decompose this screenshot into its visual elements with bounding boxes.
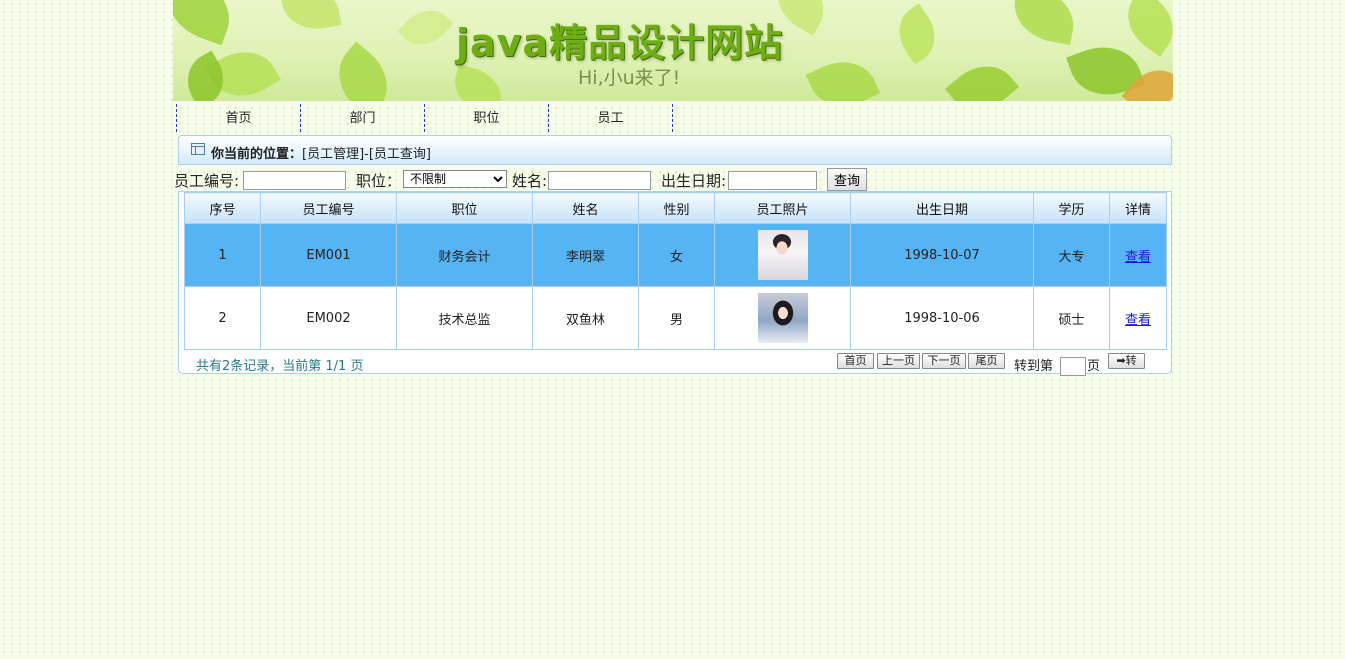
employee-table: 序号 员工编号 职位 姓名 性别 员工照片 出生日期 学历 详情 1 EM001… [184,192,1167,350]
goto-label: 转到第 [1014,359,1054,374]
query-button[interactable]: 查询 [827,168,868,191]
cell-birth: 1998-10-06 [850,286,1034,350]
page-container: java精品设计网站 Hi,小u来了! 首页 部门 职位 员工 你当前的位置：[… [173,0,1173,376]
pagination: 首页 上一页 下一页 尾页 转到第 页 ➡转 [837,353,1157,376]
employee-photo[interactable] [757,293,808,343]
table-row[interactable]: 1 EM001 财务会计 李明翠 女 1998-10-07 大专 查看 [184,223,1167,287]
col-seq: 序号 [184,192,261,224]
first-page-button[interactable]: 首页 [837,353,874,369]
page-unit-label: 页 [1087,359,1101,374]
col-emp-no: 员工编号 [260,192,397,224]
window-icon [191,143,205,155]
cell-emp-no: EM002 [260,286,397,350]
result-panel: 序号 员工编号 职位 姓名 性别 员工照片 出生日期 学历 详情 1 EM001… [178,191,1172,376]
cell-photo [714,223,851,287]
search-form: 员工编号: 职位： 不限制 姓名: 出生日期: 查询 [173,168,1173,192]
breadcrumb-path: [员工管理]-[员工查询] [302,147,431,162]
col-education: 学历 [1033,192,1110,224]
cell-emp-no: EM001 [260,223,397,287]
col-position: 职位 [396,192,533,224]
cell-detail: 查看 [1109,223,1167,287]
col-birth: 出生日期 [850,192,1034,224]
view-detail-link[interactable]: 查看 [1125,313,1151,328]
birth-label: 出生日期: [661,172,727,190]
nav-item-position[interactable]: 职位 [424,104,548,132]
last-page-button[interactable]: 尾页 [968,353,1005,369]
pager-info: 共有2条记录，当前第 1/1 页 [196,359,364,374]
col-detail: 详情 [1109,192,1167,224]
nav-separator [672,104,673,132]
emp-no-input[interactable] [243,171,346,190]
emp-no-label: 员工编号: [174,172,240,190]
cell-birth: 1998-10-07 [850,223,1034,287]
breadcrumb: 你当前的位置：[员工管理]-[员工查询] [211,143,431,162]
col-photo: 员工照片 [714,192,851,224]
breadcrumb-bar: 你当前的位置：[员工管理]-[员工查询] [178,135,1172,165]
position-select[interactable]: 不限制 [403,170,507,188]
cell-gender: 女 [638,223,715,287]
cell-detail: 查看 [1109,286,1167,350]
cell-seq: 2 [184,286,261,350]
main-nav: 首页 部门 职位 员工 [176,104,673,132]
header-banner: java精品设计网站 Hi,小u来了! [173,0,1173,101]
cell-seq: 1 [184,223,261,287]
table-row[interactable]: 2 EM002 技术总监 双鱼林 男 1998-10-06 硕士 查看 [184,286,1167,350]
employee-photo[interactable] [757,230,808,280]
view-detail-link[interactable]: 查看 [1125,250,1151,265]
birth-date-input[interactable] [728,171,817,190]
nav-item-employee[interactable]: 员工 [548,104,672,132]
name-label: 姓名: [512,172,548,190]
site-title: java精品设计网站 [456,21,784,65]
site-subtitle: Hi,小u来了! [578,67,681,89]
breadcrumb-label: 你当前的位置： [211,147,303,162]
nav-item-home[interactable]: 首页 [176,104,300,132]
goto-page-input[interactable] [1060,357,1086,376]
position-label: 职位： [356,172,402,190]
cell-name: 李明翠 [532,223,639,287]
table-header-row: 序号 员工编号 职位 姓名 性别 员工照片 出生日期 学历 详情 [184,192,1167,224]
cell-gender: 男 [638,286,715,350]
prev-page-button[interactable]: 上一页 [877,353,920,369]
col-name: 姓名 [532,192,639,224]
name-input[interactable] [548,171,651,190]
cell-education: 硕士 [1033,286,1110,350]
cell-position: 财务会计 [396,223,533,287]
col-gender: 性别 [638,192,715,224]
cell-position: 技术总监 [396,286,533,350]
next-page-button[interactable]: 下一页 [922,353,966,369]
cell-photo [714,286,851,350]
goto-button[interactable]: ➡转 [1108,353,1145,369]
cell-name: 双鱼林 [532,286,639,350]
cell-education: 大专 [1033,223,1110,287]
nav-item-department[interactable]: 部门 [300,104,424,132]
